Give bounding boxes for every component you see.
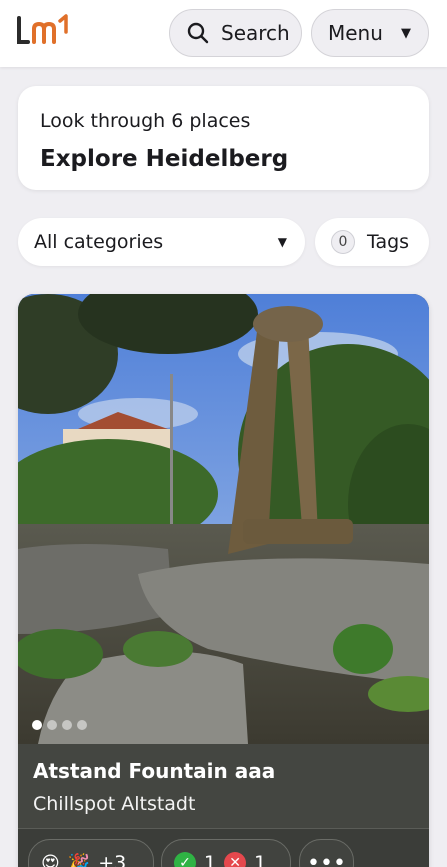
cross-icon: ✕ bbox=[224, 852, 247, 867]
votes-button[interactable]: ✓ 1 ✕ 1 bbox=[161, 839, 291, 867]
reactions-button[interactable]: 😍 🎉 +3 bbox=[28, 839, 154, 867]
category-select[interactable]: All categories ▼ bbox=[18, 218, 305, 266]
intro-card: Look through 6 places Explore Heidelberg bbox=[18, 86, 429, 190]
app-header: Search Menu ▼ bbox=[0, 0, 447, 67]
places-count-text: Look through 6 places bbox=[40, 110, 251, 132]
place-info[interactable]: Atstand Fountain aaa Chillspot Altstadt bbox=[18, 744, 429, 828]
heart-eyes-emoji-icon: 😍 bbox=[41, 852, 60, 867]
place-category: Chillspot Altstadt bbox=[33, 793, 196, 815]
place-actions: 😍 🎉 +3 ✓ 1 ✕ 1 ••• bbox=[18, 828, 429, 867]
pagination-dot[interactable] bbox=[62, 720, 72, 730]
search-label: Search bbox=[221, 21, 290, 45]
party-popper-emoji-icon: 🎉 bbox=[67, 852, 91, 867]
tags-count-badge: 0 bbox=[331, 230, 355, 254]
more-icon: ••• bbox=[307, 850, 346, 867]
place-card[interactable]: Atstand Fountain aaa Chillspot Altstadt … bbox=[18, 294, 429, 867]
pagination-dot[interactable] bbox=[32, 720, 42, 730]
yes-vote-count: 1 bbox=[204, 852, 217, 867]
pagination-dot[interactable] bbox=[47, 720, 57, 730]
place-photo[interactable] bbox=[18, 294, 429, 744]
logo[interactable] bbox=[16, 12, 72, 48]
category-select-value: All categories bbox=[34, 231, 164, 253]
no-vote-count: 1 bbox=[254, 852, 267, 867]
pagination-dot[interactable] bbox=[77, 720, 87, 730]
menu-button[interactable]: Menu ▼ bbox=[311, 9, 429, 57]
menu-label: Menu bbox=[328, 21, 383, 45]
caret-down-icon: ▼ bbox=[277, 235, 287, 249]
reactions-more-count: +3 bbox=[98, 852, 127, 867]
place-name: Atstand Fountain aaa bbox=[33, 759, 276, 783]
page-title: Explore Heidelberg bbox=[40, 146, 289, 172]
photo-pagination bbox=[32, 720, 87, 730]
check-icon: ✓ bbox=[174, 852, 196, 867]
tags-button[interactable]: 0 Tags bbox=[315, 218, 429, 266]
caret-down-icon: ▼ bbox=[401, 26, 411, 41]
tags-label: Tags bbox=[367, 231, 410, 253]
more-options-button[interactable]: ••• bbox=[299, 839, 354, 867]
search-icon bbox=[187, 22, 209, 44]
search-button[interactable]: Search bbox=[169, 9, 302, 57]
